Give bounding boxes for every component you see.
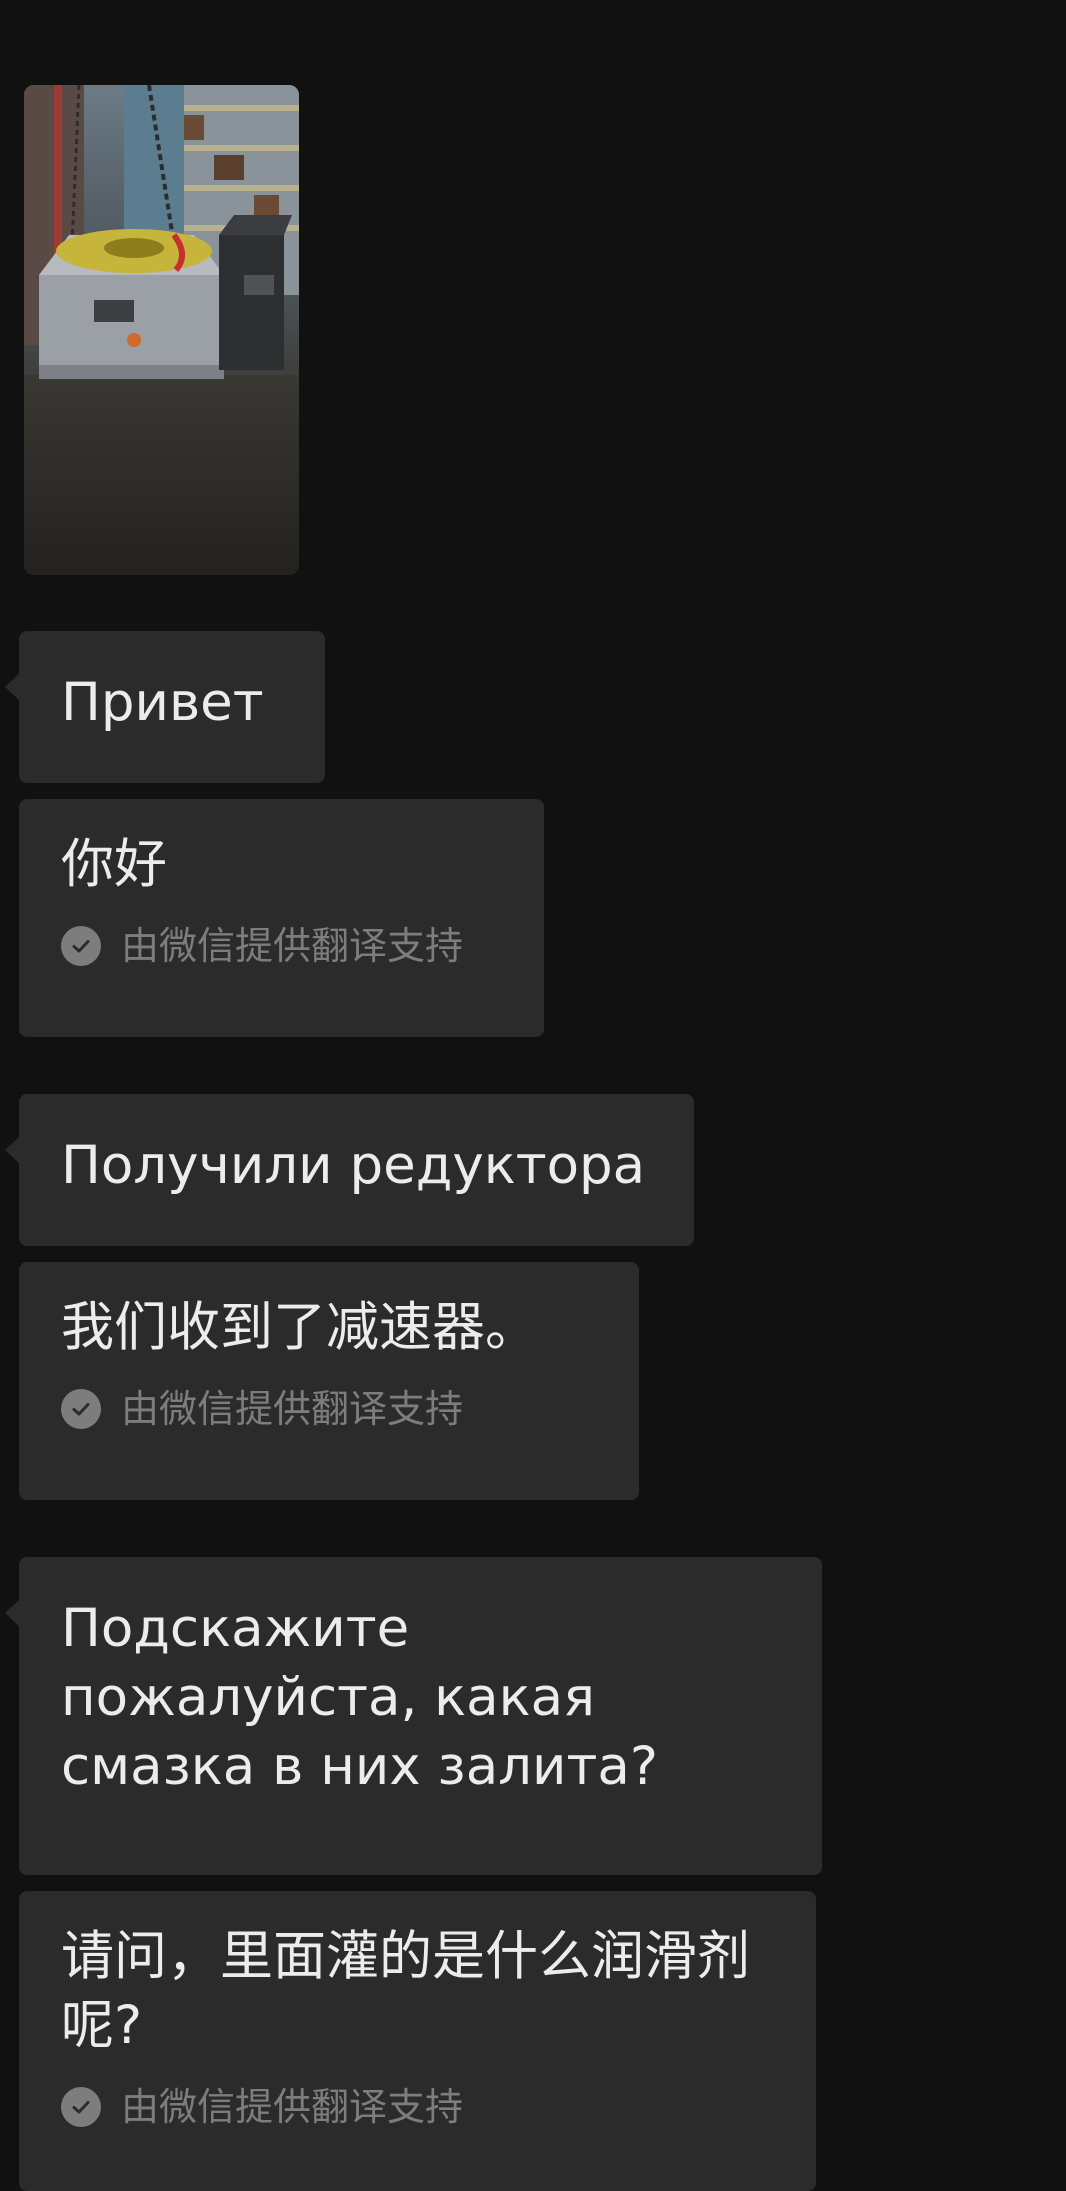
translation-bubble[interactable]: 请问，里面灌的是什么润滑剂呢? 由微信提供翻译支持 bbox=[19, 1891, 816, 2191]
message-bubble-original[interactable]: Получили редуктора bbox=[5, 1094, 694, 1246]
translation-text: 我们收到了减速器。 bbox=[61, 1297, 538, 1358]
translation-note: 由微信提供翻译支持 bbox=[61, 2084, 756, 2129]
translation-text: 你好 bbox=[61, 834, 167, 895]
translation-note-text: 由微信提供翻译支持 bbox=[121, 2084, 464, 2129]
message-bubble-original[interactable]: Подскажите пожалуйста, какая смазка в ни… bbox=[5, 1557, 822, 1875]
message-bubble-original[interactable]: Привет bbox=[5, 631, 325, 783]
image-message[interactable] bbox=[24, 85, 299, 575]
check-circle-icon bbox=[61, 925, 101, 966]
translation-note-text: 由微信提供翻译支持 bbox=[121, 1386, 464, 1431]
message-text: Получили редуктора bbox=[61, 1135, 646, 1196]
check-circle-icon bbox=[61, 2086, 101, 2127]
message-text: Привет bbox=[61, 672, 264, 733]
photo-thumbnail bbox=[24, 85, 299, 575]
message-text: Подскажите пожалуйста, какая смазка в ни… bbox=[61, 1598, 658, 1797]
check-circle-icon bbox=[61, 1388, 101, 1429]
translation-note: 由微信提供翻译支持 bbox=[61, 1386, 597, 1431]
translation-text: 请问，里面灌的是什么润滑剂呢? bbox=[61, 1926, 750, 2056]
chat-area: Привет 你好 由微信提供翻译支持 Получили редуктора 我… bbox=[0, 0, 1066, 2191]
translation-bubble[interactable]: 你好 由微信提供翻译支持 bbox=[19, 799, 544, 1037]
translation-note-text: 由微信提供翻译支持 bbox=[121, 923, 464, 968]
translation-bubble[interactable]: 我们收到了减速器。 由微信提供翻译支持 bbox=[19, 1262, 639, 1500]
translation-note: 由微信提供翻译支持 bbox=[61, 923, 502, 968]
